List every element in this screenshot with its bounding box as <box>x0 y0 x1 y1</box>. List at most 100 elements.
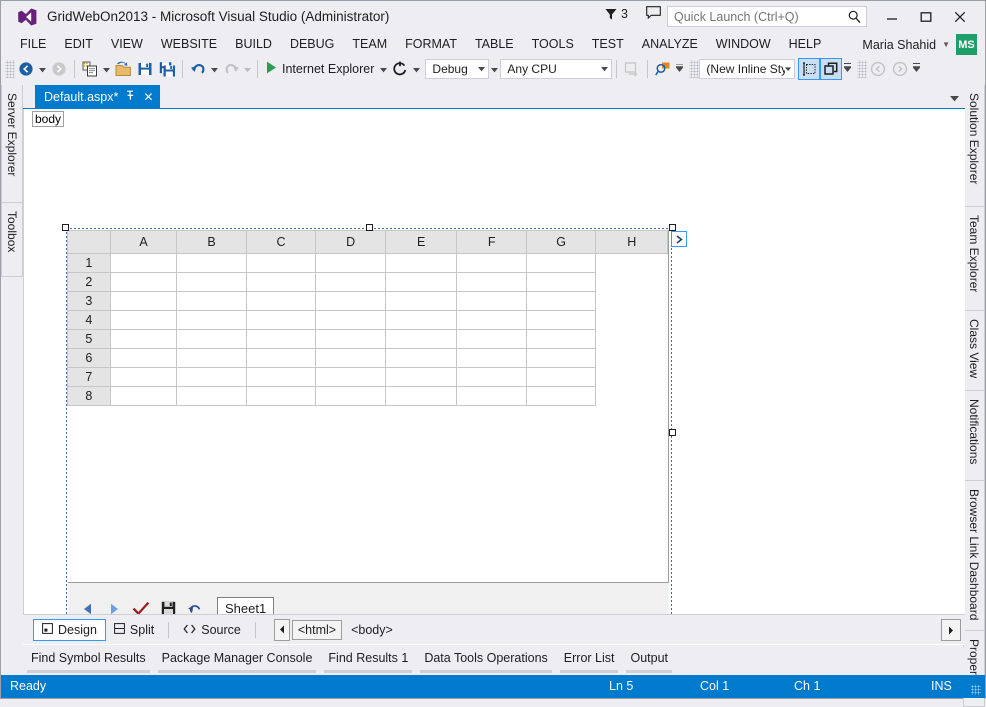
cell-a2[interactable] <box>109 272 178 292</box>
cell-g5[interactable] <box>525 329 597 349</box>
row-header-4[interactable]: 4 <box>67 310 111 330</box>
sidebar-item-toolbox[interactable]: Toolbox <box>1 203 23 277</box>
bottom-tab-package-manager-console[interactable]: Package Manager Console <box>154 647 321 673</box>
menu-item-analyze[interactable]: ANALYZE <box>633 35 707 53</box>
cell-e4[interactable] <box>384 310 458 330</box>
redo-dropdown[interactable] <box>242 58 253 80</box>
cell-b5[interactable] <box>176 329 247 349</box>
column-header-g[interactable]: G <box>525 230 597 254</box>
cell-g7[interactable] <box>525 367 597 387</box>
tab-split[interactable]: Split <box>106 620 162 640</box>
save-icon[interactable] <box>134 58 156 80</box>
row-header-5[interactable]: 5 <box>67 329 111 349</box>
breadcrumb-tag-body[interactable]: body <box>32 110 65 127</box>
cell-d5[interactable] <box>315 329 386 349</box>
menu-item-view[interactable]: VIEW <box>102 35 152 53</box>
column-header-b[interactable]: B <box>176 230 247 254</box>
cell-e5[interactable] <box>384 329 458 349</box>
spreadsheet-grid[interactable]: A B C D E F G H 1 2 3 4 5 6 7 8 Sheet1 <box>67 230 687 615</box>
cell-e1[interactable] <box>384 253 458 273</box>
menu-item-help[interactable]: HELP <box>780 35 831 53</box>
new-item-icon[interactable] <box>79 58 101 80</box>
cell-e7[interactable] <box>384 367 458 387</box>
next-sheet-icon[interactable] <box>105 600 123 615</box>
quick-launch-input[interactable] <box>668 7 842 26</box>
style-application-icon[interactable] <box>798 58 821 80</box>
column-header-d[interactable]: D <box>315 230 386 254</box>
find-dropdown[interactable] <box>674 58 685 80</box>
cell-g8[interactable] <box>525 386 597 406</box>
outline-icon[interactable] <box>820 58 843 80</box>
maximize-button[interactable] <box>909 5 943 29</box>
cell-f4[interactable] <box>456 310 527 330</box>
cell-f8[interactable] <box>456 386 527 406</box>
menu-item-tools[interactable]: TOOLS <box>523 35 583 53</box>
new-item-dropdown[interactable] <box>101 58 112 80</box>
solution-configuration-combo[interactable]: Debug <box>425 59 490 79</box>
cell-d4[interactable] <box>315 310 386 330</box>
navigate-back-dropdown[interactable] <box>37 58 48 80</box>
cell-e3[interactable] <box>384 291 458 311</box>
redo-icon[interactable] <box>220 58 242 80</box>
menu-item-window[interactable]: WINDOW <box>707 35 780 53</box>
cell-c1[interactable] <box>245 253 317 273</box>
cell-a6[interactable] <box>109 348 178 368</box>
open-file-icon[interactable] <box>112 58 134 80</box>
cell-a7[interactable] <box>109 367 178 387</box>
find-in-files-icon[interactable] <box>652 58 674 80</box>
row-header-2[interactable]: 2 <box>67 272 111 292</box>
cell-d7[interactable] <box>315 367 386 387</box>
column-header-h[interactable]: H <box>595 230 668 254</box>
resize-grip-icon[interactable] <box>971 685 981 695</box>
cell-f1[interactable] <box>456 253 527 273</box>
cell-c4[interactable] <box>245 310 317 330</box>
document-tab-default-aspx[interactable]: Default.aspx* ✕ <box>35 85 161 109</box>
resize-handle-top-center[interactable] <box>366 224 373 231</box>
solution-configuration-dropdown[interactable] <box>489 58 500 80</box>
browser-back-icon[interactable] <box>867 58 889 80</box>
cell-c8[interactable] <box>245 386 317 406</box>
row-header-7[interactable]: 7 <box>67 367 111 387</box>
cell-b2[interactable] <box>176 272 247 292</box>
row-header-3[interactable]: 3 <box>67 291 111 311</box>
menu-item-team[interactable]: TEAM <box>343 35 396 53</box>
cell-f2[interactable] <box>456 272 527 292</box>
cell-d6[interactable] <box>315 348 386 368</box>
row-header-8[interactable]: 8 <box>67 386 111 406</box>
menu-item-table[interactable]: TABLE <box>466 35 523 53</box>
cell-a8[interactable] <box>109 386 178 406</box>
minimize-button[interactable] <box>875 5 909 29</box>
cell-a4[interactable] <box>109 310 178 330</box>
toolbar-grip[interactable] <box>689 60 700 78</box>
close-button[interactable] <box>943 5 977 29</box>
start-debugging-dropdown[interactable] <box>378 58 389 80</box>
cell-f5[interactable] <box>456 329 527 349</box>
menu-item-edit[interactable]: EDIT <box>55 35 101 53</box>
cell-b7[interactable] <box>176 367 247 387</box>
undo-icon[interactable] <box>186 600 204 615</box>
bottom-tab-find-results-1[interactable]: Find Results 1 <box>320 647 416 673</box>
column-header-e[interactable]: E <box>384 230 458 254</box>
grid-corner-cell[interactable] <box>67 230 111 254</box>
row-header-1[interactable]: 1 <box>67 253 111 273</box>
cell-a3[interactable] <box>109 291 178 311</box>
cell-c7[interactable] <box>245 367 317 387</box>
bottom-tab-error-list[interactable]: Error List <box>556 647 623 673</box>
prev-sheet-icon[interactable] <box>78 600 96 615</box>
tag-navigator-scroll-left[interactable] <box>273 618 290 641</box>
sidebar-item-team-explorer[interactable]: Team Explorer <box>963 207 985 311</box>
cell-c6[interactable] <box>245 348 317 368</box>
column-header-c[interactable]: C <box>245 230 317 254</box>
search-icon[interactable] <box>848 10 861 27</box>
cell-b8[interactable] <box>176 386 247 406</box>
solution-platform-combo[interactable]: Any CPU <box>500 59 613 79</box>
bottom-tab-data-tools-operations[interactable]: Data Tools Operations <box>416 647 555 673</box>
cell-b3[interactable] <box>176 291 247 311</box>
cell-c3[interactable] <box>245 291 317 311</box>
sheet-tab-sheet1[interactable]: Sheet1 <box>217 597 275 614</box>
sidebar-item-browser-link-dashboard[interactable]: Browser Link Dashboard <box>963 481 985 631</box>
notification-area[interactable]: 3 <box>605 6 661 22</box>
cell-g3[interactable] <box>525 291 597 311</box>
notification-funnel-icon[interactable] <box>605 8 617 21</box>
cell-c5[interactable] <box>245 329 317 349</box>
